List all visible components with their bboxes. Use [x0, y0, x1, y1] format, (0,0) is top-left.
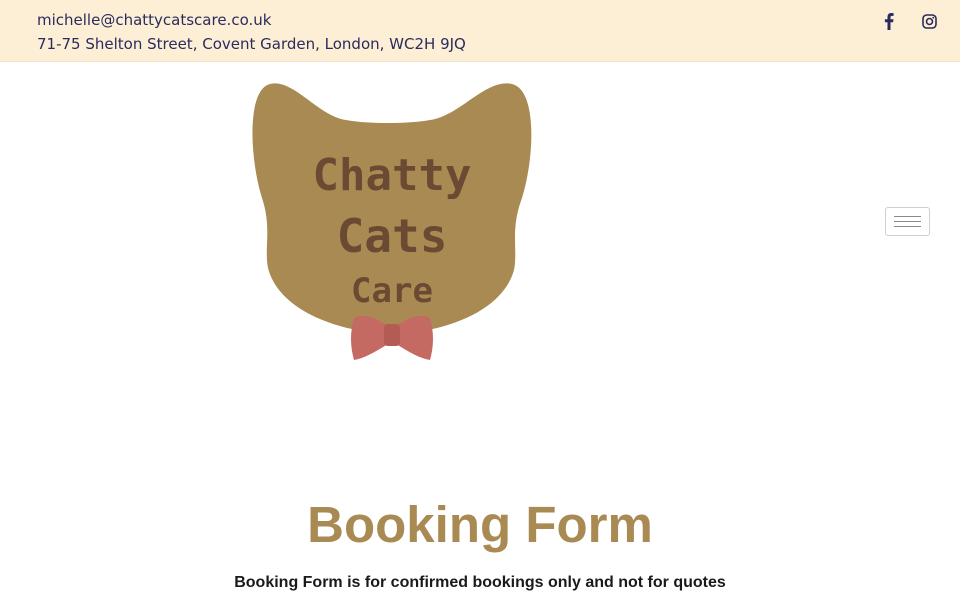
contact-info: michelle@chattycatscare.co.uk 71-75 Shel… — [37, 8, 466, 56]
menu-line — [894, 226, 921, 227]
menu-line — [894, 216, 921, 217]
page-title: Booking Form — [307, 496, 653, 553]
menu-line — [894, 221, 921, 222]
logo-line-3: Care — [351, 271, 433, 311]
logo-line-2: Cats — [337, 209, 448, 263]
instagram-icon[interactable] — [920, 10, 938, 32]
logo-line-1: Chatty — [313, 150, 472, 201]
social-links — [880, 10, 938, 32]
facebook-icon[interactable] — [880, 10, 898, 32]
address-text: 71-75 Shelton Street, Covent Garden, Lon… — [37, 35, 466, 53]
booking-notice: Booking Form is for confirmed bookings o… — [234, 574, 726, 591]
hamburger-menu-icon[interactable] — [885, 207, 930, 236]
email-link[interactable]: michelle@chattycatscare.co.uk — [37, 8, 466, 32]
top-contact-bar: michelle@chattycatscare.co.uk 71-75 Shel… — [0, 0, 960, 62]
site-logo[interactable]: Chatty Cats Care — [248, 80, 538, 370]
